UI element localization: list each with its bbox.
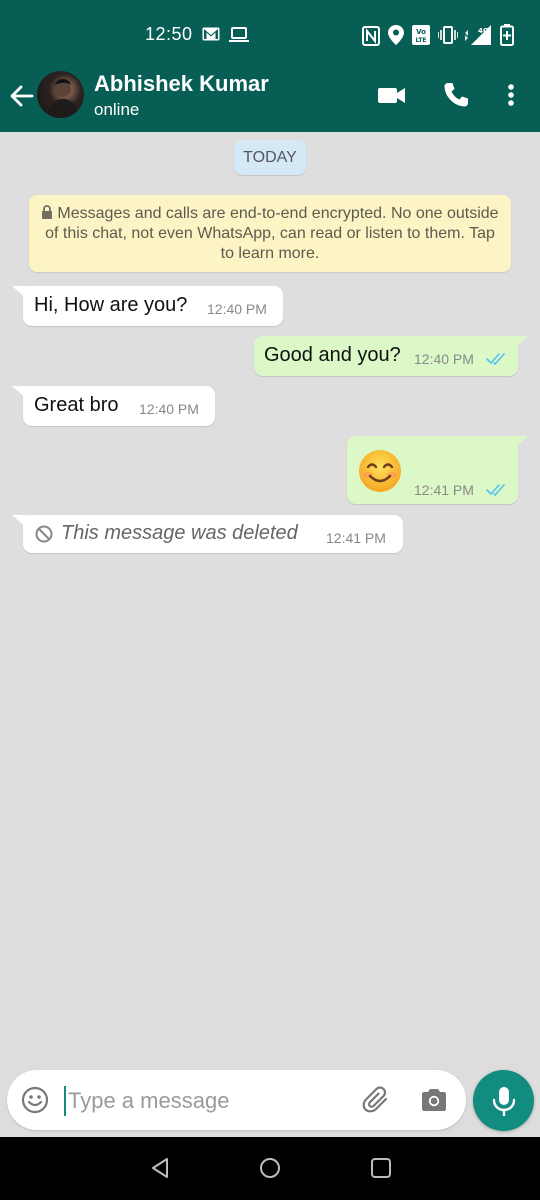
signal-4g-icon: 4G bbox=[465, 25, 491, 45]
chat-header: Abhishek Kumar online bbox=[0, 58, 540, 132]
location-icon bbox=[388, 25, 404, 45]
encryption-notice[interactable]: Messages and calls are end-to-end encryp… bbox=[29, 195, 511, 272]
message-bubble-outgoing[interactable]: Good and you? 12:40 PM bbox=[254, 336, 518, 376]
lock-icon bbox=[42, 205, 53, 219]
date-chip: TODAY bbox=[234, 140, 306, 175]
message-time: 12:41 PM bbox=[326, 530, 386, 546]
chat-area[interactable]: TODAY Messages and calls are end-to-end … bbox=[0, 132, 540, 1062]
camera-icon[interactable] bbox=[419, 1085, 449, 1115]
contact-avatar[interactable] bbox=[37, 71, 84, 118]
message-time: 12:40 PM bbox=[207, 301, 267, 317]
encryption-notice-text: Messages and calls are end-to-end encryp… bbox=[45, 205, 499, 262]
voice-call-icon[interactable] bbox=[441, 80, 471, 110]
read-ticks-icon bbox=[486, 353, 505, 366]
contact-name[interactable]: Abhishek Kumar bbox=[94, 71, 269, 97]
nav-recents-icon[interactable] bbox=[369, 1156, 393, 1180]
message-composer bbox=[7, 1070, 466, 1130]
svg-text:LTE: LTE bbox=[415, 37, 426, 44]
message-input[interactable] bbox=[64, 1082, 344, 1120]
message-time: 12:40 PM bbox=[414, 351, 474, 367]
message-bubble-incoming[interactable]: Great bro 12:40 PM bbox=[23, 386, 215, 426]
deleted-message-icon bbox=[35, 525, 53, 543]
system-nav-bar bbox=[0, 1137, 540, 1200]
gmail-icon bbox=[202, 27, 220, 41]
message-text: Hi, How are you? bbox=[34, 294, 188, 316]
voice-message-button[interactable] bbox=[473, 1070, 534, 1131]
deleted-message-text: This message was deleted bbox=[61, 522, 298, 544]
message-time: 12:40 PM bbox=[139, 401, 199, 417]
back-arrow-icon[interactable] bbox=[8, 82, 36, 110]
svg-text:Vo: Vo bbox=[416, 28, 426, 36]
microphone-icon bbox=[492, 1087, 516, 1116]
vibrate-icon bbox=[438, 26, 458, 44]
contact-status: online bbox=[94, 100, 140, 119]
message-bubble-outgoing[interactable]: 12:41 PM bbox=[347, 436, 518, 504]
message-text: Good and you? bbox=[264, 344, 401, 366]
volte-icon: Vo LTE bbox=[412, 25, 430, 45]
message-bubble-incoming[interactable]: Hi, How are you? 12:40 PM bbox=[23, 286, 283, 326]
emoji-icon[interactable] bbox=[21, 1086, 49, 1114]
message-bubble-deleted[interactable]: This message was deleted 12:41 PM bbox=[23, 515, 403, 553]
status-time: 12:50 bbox=[145, 24, 193, 44]
message-text: Great bro bbox=[34, 394, 119, 416]
message-time: 12:41 PM bbox=[414, 482, 474, 498]
attach-icon[interactable] bbox=[361, 1085, 391, 1115]
laptop-icon bbox=[229, 27, 249, 42]
battery-charging-icon bbox=[500, 24, 514, 46]
nav-home-icon[interactable] bbox=[258, 1156, 282, 1180]
smiling-face-emoji bbox=[359, 450, 401, 492]
read-ticks-icon bbox=[486, 484, 505, 497]
status-bar: 12:50 Vo LTE 4G bbox=[0, 0, 540, 58]
nfc-icon bbox=[362, 26, 380, 46]
svg-text:4G: 4G bbox=[478, 27, 489, 35]
video-call-icon[interactable] bbox=[377, 80, 407, 110]
more-options-icon[interactable] bbox=[496, 80, 526, 110]
nav-back-icon[interactable] bbox=[148, 1156, 172, 1180]
